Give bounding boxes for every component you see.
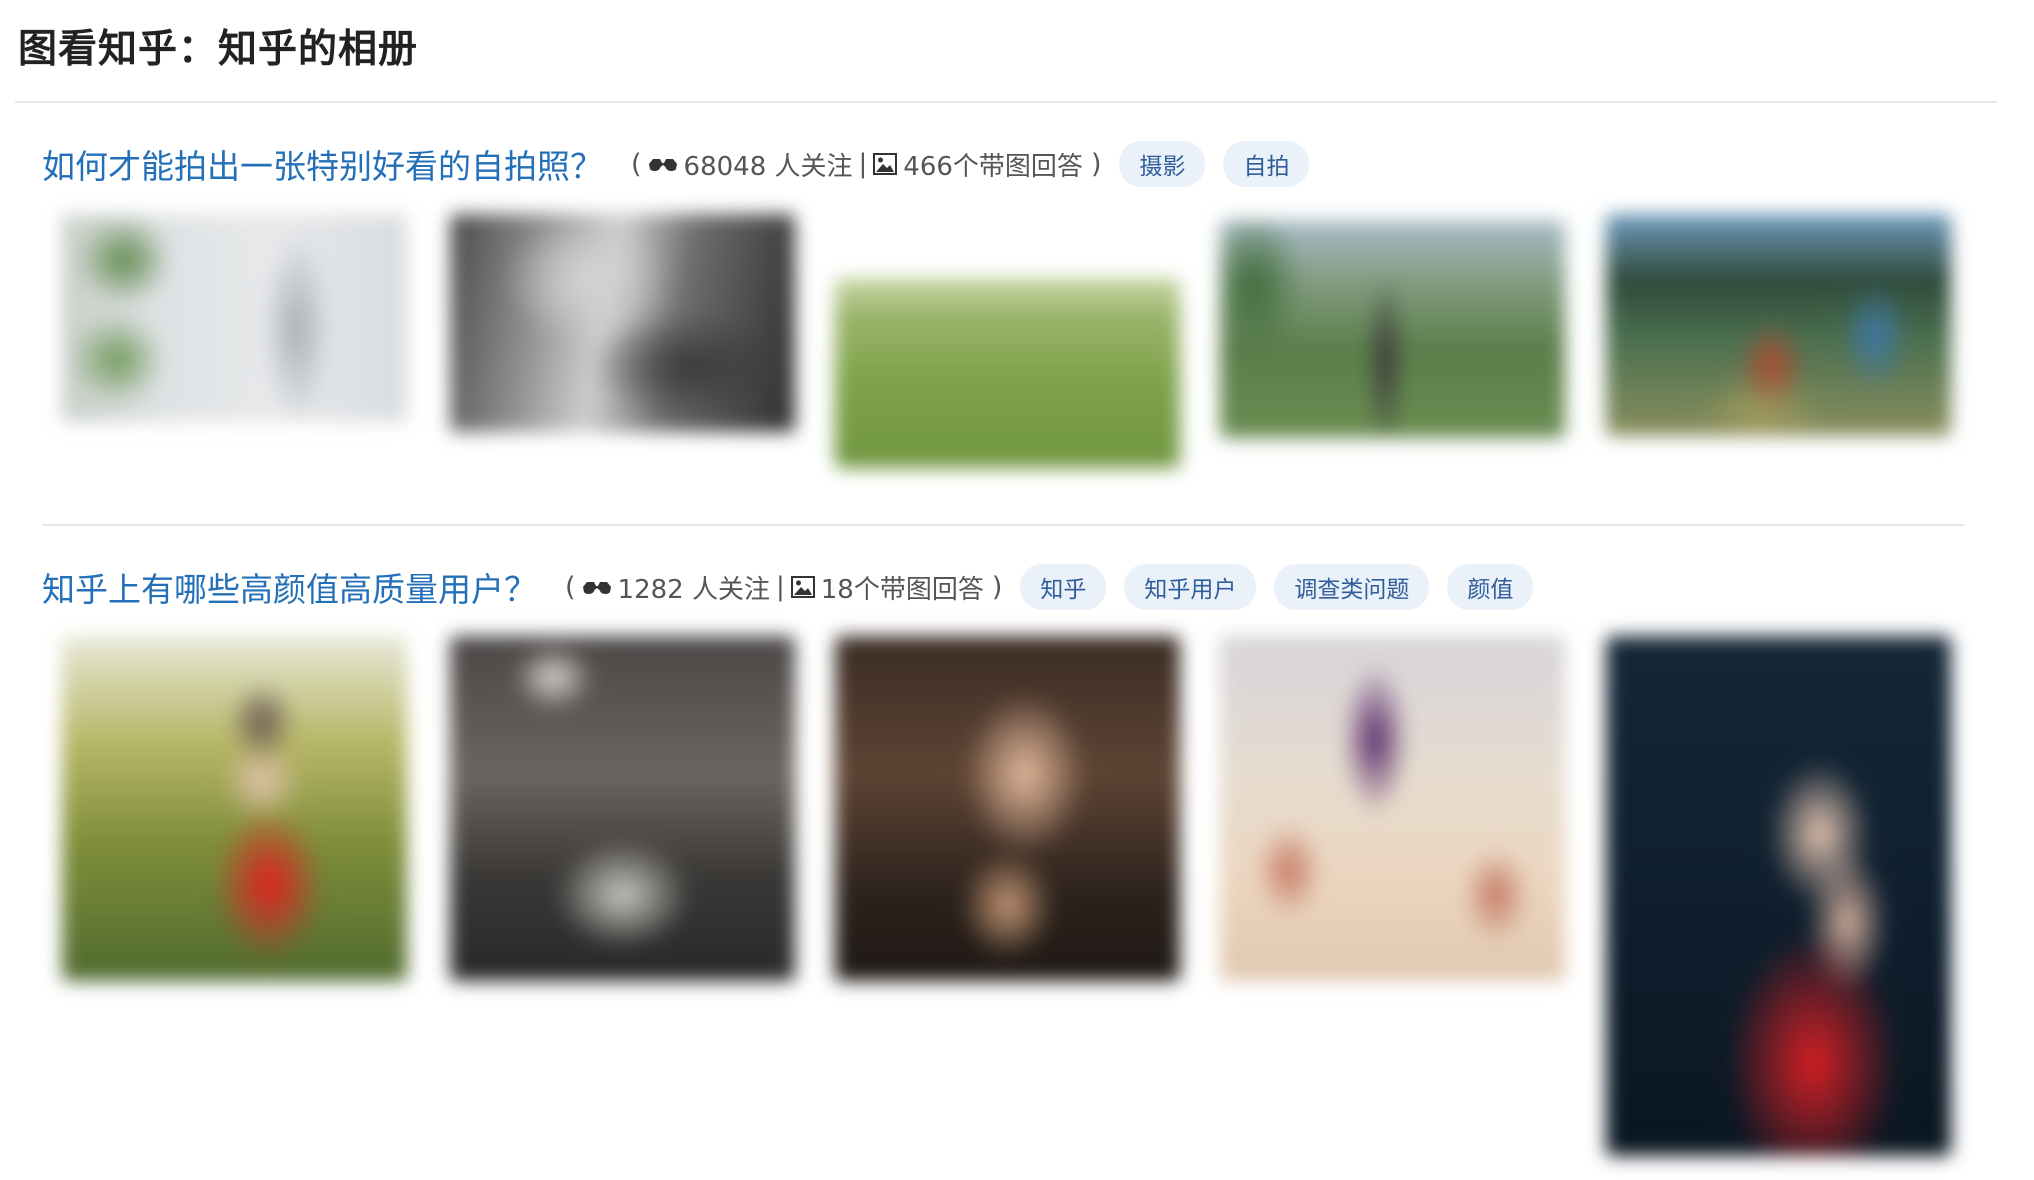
glasses-icon	[582, 582, 611, 594]
image-icon	[790, 576, 815, 598]
question-row-1: 如何才能拍出一张特别好看的自拍照？ ( 68048 人关注 | 466个带图回答…	[42, 139, 1310, 189]
photo-thumbnail[interactable]	[1606, 636, 1951, 1156]
photo-thumbnail[interactable]	[835, 636, 1180, 981]
meta-paren-open: (	[631, 148, 642, 180]
page-title: 图看知乎：知乎的相册	[18, 27, 419, 72]
tag-zhihu[interactable]: 知乎	[1020, 564, 1107, 610]
tag-zhihu-users[interactable]: 知乎用户	[1124, 564, 1257, 610]
question-row-2: 知乎上有哪些高颜值高质量用户？ ( 1282 人关注 | 18个带图回答 ) 知…	[42, 562, 1534, 612]
question-1-followers: 68048 人关注	[683, 151, 853, 182]
question-1-link[interactable]: 如何才能拍出一张特别好看的自拍照？	[42, 140, 603, 188]
glasses-icon	[648, 159, 677, 171]
meta-paren-close: )	[1090, 148, 1102, 180]
meta-paren-close: )	[991, 571, 1003, 603]
tag-photography[interactable]: 摄影	[1119, 141, 1206, 187]
tag-looks[interactable]: 颜值	[1447, 564, 1534, 610]
photo-thumbnail[interactable]	[62, 214, 407, 422]
photo-thumbnail[interactable]	[450, 214, 795, 432]
photo-thumbnail[interactable]	[1220, 636, 1565, 981]
question-1-answers: 466个带图回答	[903, 151, 1083, 182]
tag-survey-questions[interactable]: 调查类问题	[1274, 564, 1430, 610]
question-2-link[interactable]: 知乎上有哪些高颜值高质量用户？	[42, 563, 537, 611]
question-2-answers: 18个带图回答	[820, 574, 984, 605]
question-2-meta: ( 1282 人关注 | 18个带图回答 )	[565, 569, 1002, 606]
photo-thumbnail[interactable]	[450, 636, 795, 981]
image-icon	[873, 153, 898, 175]
meta-separator: |	[858, 149, 868, 179]
question-1-meta: ( 68048 人关注 | 466个带图回答 )	[631, 146, 1101, 183]
question-2-followers: 1282 人关注	[617, 574, 770, 605]
tag-selfie[interactable]: 自拍	[1223, 141, 1310, 187]
title-divider	[15, 101, 1997, 103]
photo-thumbnail[interactable]	[1606, 214, 1951, 436]
meta-separator: |	[775, 572, 785, 602]
photo-thumbnail[interactable]	[835, 278, 1180, 468]
photo-thumbnail[interactable]	[1220, 220, 1565, 438]
meta-paren-open: (	[565, 571, 576, 603]
photo-thumbnail[interactable]	[62, 636, 407, 981]
section-divider	[42, 524, 1964, 526]
